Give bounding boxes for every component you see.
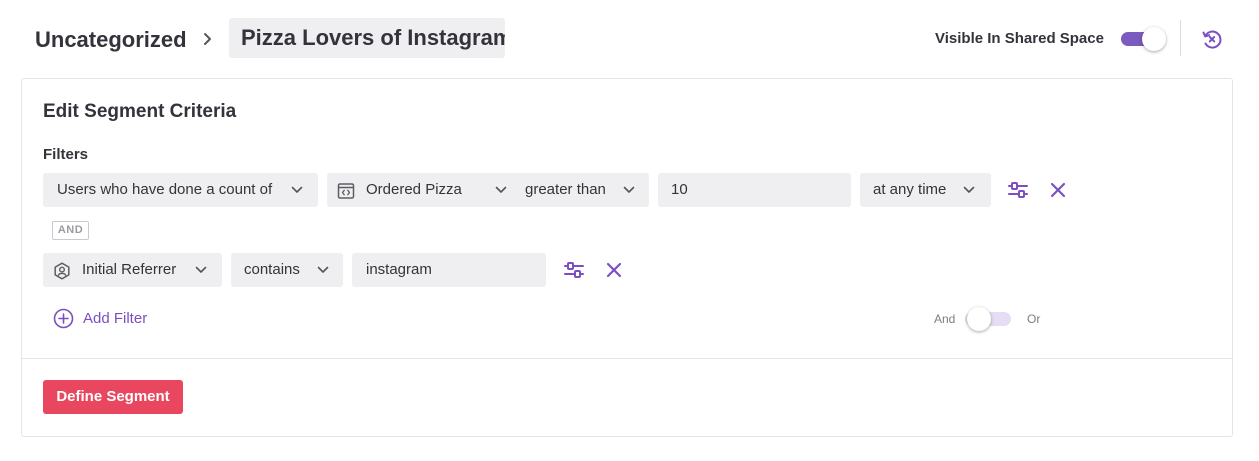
chevron-right-icon (204, 33, 211, 45)
segment-criteria-card: Edit Segment Criteria Filters Users who … (21, 78, 1233, 437)
add-filter-label: Add Filter (83, 310, 148, 327)
property-select[interactable]: Initial Referrer (43, 253, 222, 287)
chevron-down-icon (317, 266, 329, 273)
and-or-toggle[interactable] (965, 307, 1013, 331)
remove-filter-icon[interactable] (1050, 182, 1066, 198)
segment-name-input[interactable]: Pizza Lovers of Instagram (229, 18, 505, 58)
page-header: Uncategorized Pizza Lovers of Instagram … (0, 0, 1259, 78)
card-divider (22, 358, 1232, 359)
event-select[interactable]: Ordered Pizza (327, 173, 522, 207)
user-property-icon (54, 262, 70, 280)
operator-select[interactable]: greater than (511, 173, 649, 207)
chevron-down-icon (963, 186, 975, 193)
chevron-down-icon (623, 186, 635, 193)
toggle-knob (1142, 27, 1166, 51)
logic-and-label: And (934, 312, 956, 326)
operator-value: greater than (525, 181, 606, 198)
count-value: 10 (671, 181, 688, 198)
chevron-down-icon (495, 186, 507, 193)
logic-or-label: Or (1027, 312, 1041, 326)
remove-filter-icon[interactable] (606, 262, 622, 278)
filter-type-select[interactable]: Users who have done a count of (43, 173, 318, 207)
breadcrumb-root[interactable]: Uncategorized (35, 26, 187, 54)
property-value: Initial Referrer (82, 261, 177, 278)
property-input-value: instagram (366, 261, 432, 278)
card-title: Edit Segment Criteria (43, 101, 237, 122)
event-value: Ordered Pizza (366, 181, 462, 198)
history-reset-icon[interactable] (1201, 28, 1223, 50)
toggle-knob (967, 307, 991, 331)
property-value-input[interactable]: instagram (352, 253, 546, 287)
filter-type-value: Users who have done a count of (57, 181, 273, 198)
header-divider (1180, 20, 1181, 56)
property-operator-value: contains (244, 261, 300, 278)
time-range-value: at any time (873, 181, 947, 198)
shared-space-toggle[interactable] (1121, 27, 1167, 51)
filter-settings-icon[interactable] (1007, 179, 1029, 201)
and-combinator-badge: AND (52, 221, 89, 240)
chevron-down-icon (195, 266, 207, 273)
count-value-input[interactable]: 10 (658, 173, 851, 207)
define-segment-button[interactable]: Define Segment (43, 380, 183, 414)
chevron-down-icon (291, 186, 303, 193)
property-operator-select[interactable]: contains (231, 253, 343, 287)
event-icon (337, 183, 355, 199)
plus-circle-icon (53, 308, 74, 329)
time-range-select[interactable]: at any time (860, 173, 991, 207)
filters-label: Filters (43, 146, 89, 163)
shared-space-label: Visible In Shared Space (935, 30, 1104, 47)
filter-settings-icon[interactable] (563, 259, 585, 281)
